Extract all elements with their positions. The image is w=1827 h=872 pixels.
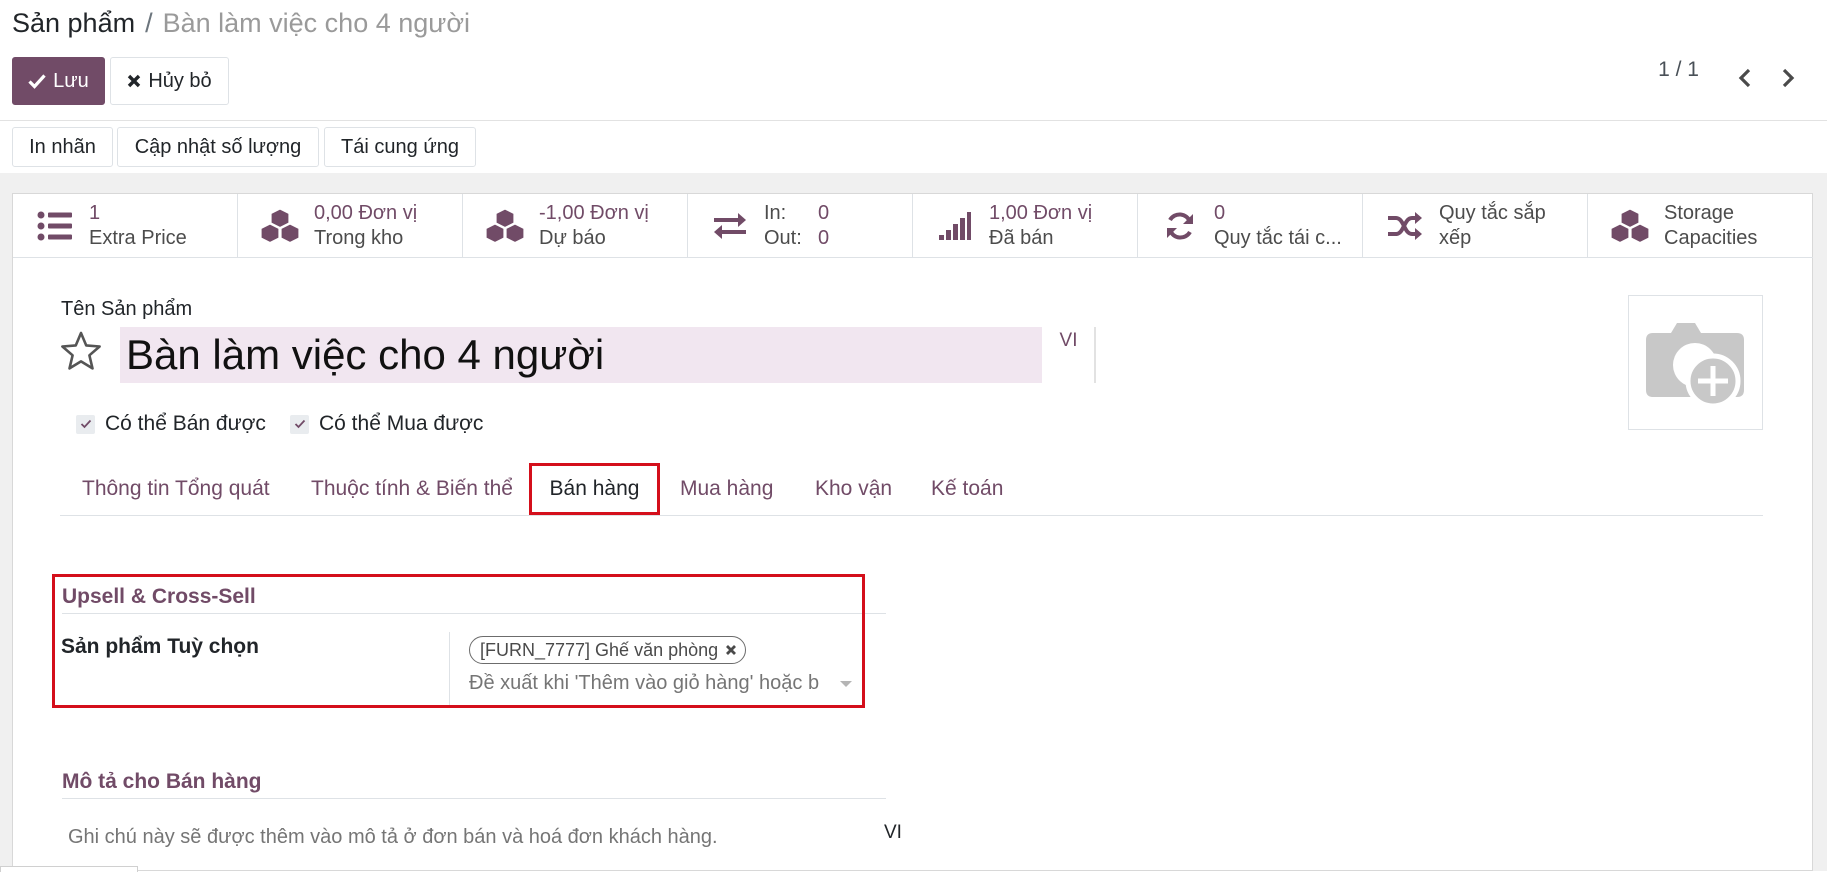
putaway-rules-label-line1: Quy tắc sắp (1439, 202, 1546, 224)
sales-description-translation-button[interactable]: VI (884, 822, 902, 844)
sales-description-section-title: Mô tả cho Bán hàng (62, 770, 262, 793)
tabs-divider (60, 515, 1763, 516)
highlight-box-upsell (52, 574, 865, 708)
can-be-sold-label: Có thể Bán được (105, 412, 266, 435)
star-icon (61, 331, 101, 370)
reordering-rules-label: Quy tắc tái c... (1214, 227, 1342, 249)
putaway-rules-label-line2: xếp (1439, 227, 1472, 249)
tab-accounting[interactable]: Kế toán (931, 463, 1003, 515)
tab-general-information[interactable]: Thông tin Tổng quát (82, 463, 270, 515)
update-quantity-button[interactable]: Cập nhật số lượng (117, 127, 319, 167)
save-button-label: Lưu (53, 69, 89, 92)
extra-price-count: 1 (89, 202, 101, 224)
tab-purchase[interactable]: Mua hàng (680, 463, 773, 515)
can-be-sold-checkbox[interactable]: Có thể Bán được (76, 412, 266, 436)
discard-button-label: Hủy bỏ (148, 69, 212, 92)
out-label: Out: (764, 227, 802, 249)
on-hand-quantity: 0,00 Đơn vị (314, 202, 418, 224)
cubes-icon (485, 208, 525, 244)
storage-capacities-label-line1: Storage (1664, 202, 1735, 224)
forecast-quantity: -1,00 Đơn vị (539, 202, 649, 224)
list-icon (37, 211, 72, 241)
check-icon (76, 414, 95, 434)
cubes-icon (1610, 208, 1650, 244)
in-label: In: (764, 202, 787, 224)
signal-icon (939, 212, 971, 240)
breadcrumb: Sản phẩm / Bàn làm việc cho 4 người (12, 8, 470, 39)
extra-price-label: Extra Price (89, 227, 187, 249)
sales-description-divider (62, 798, 886, 799)
sales-description-input[interactable] (68, 822, 868, 852)
replenish-button[interactable]: Tái cung ứng (324, 127, 476, 167)
forecast-smart-button[interactable]: -1,00 Đơn vị Dự báo (463, 194, 688, 258)
can-be-purchased-checkbox[interactable]: Có thể Mua được (290, 412, 483, 436)
tab-sales[interactable]: Bán hàng (529, 463, 660, 515)
check-icon (28, 74, 46, 89)
on-hand-label: Trong kho (314, 227, 404, 249)
reordering-rules-smart-button[interactable]: 0 Quy tắc tái c... (1138, 194, 1363, 258)
save-button[interactable]: Lưu (12, 57, 105, 105)
storage-capacities-smart-button[interactable]: Storage Capacities (1588, 194, 1813, 258)
product-name-input[interactable] (120, 327, 1042, 383)
in-out-smart-button[interactable]: In: 0 Out: 0 (688, 194, 913, 258)
breadcrumb-separator: / (145, 8, 153, 38)
close-icon (128, 74, 141, 88)
in-value: 0 (818, 202, 830, 224)
bottom-left-panel-edge (0, 866, 138, 872)
tab-attributes-variants[interactable]: Thuộc tính & Biến thể (311, 463, 513, 515)
reordering-rules-count: 0 (1214, 202, 1226, 224)
putaway-rules-smart-button[interactable]: Quy tắc sắp xếp (1363, 194, 1588, 258)
pager-value[interactable]: 1 / 1 (1658, 58, 1699, 82)
print-labels-button[interactable]: In nhãn (12, 127, 113, 167)
cubes-icon (260, 208, 300, 244)
sold-label: Đã bán (989, 227, 1054, 249)
storage-capacities-label-line2: Capacities (1664, 227, 1758, 249)
product-name-label: Tên Sản phẩm (61, 298, 193, 320)
can-be-purchased-label: Có thể Mua được (319, 412, 484, 435)
name-translation-button[interactable]: VI (1043, 327, 1096, 383)
breadcrumb-current: Bàn làm việc cho 4 người (162, 8, 471, 38)
discard-button[interactable]: Hủy bỏ (110, 57, 229, 105)
smart-button-bar: 1 Extra Price 0,00 Đơn vị Trong kho -1,0… (13, 194, 1813, 258)
product-image-upload[interactable] (1628, 295, 1763, 430)
breadcrumb-parent-link[interactable]: Sản phẩm (12, 8, 135, 39)
sold-quantity: 1,00 Đơn vị (989, 202, 1093, 224)
pager-next-button[interactable] (1776, 64, 1800, 92)
out-value: 0 (818, 227, 830, 249)
name-lang-code: VI (1059, 330, 1078, 351)
pager-previous-button[interactable] (1733, 64, 1757, 92)
random-icon (1388, 212, 1422, 240)
camera-plus-icon (1645, 323, 1744, 409)
control-panel-divider (0, 120, 1827, 121)
chevron-right-icon (1782, 68, 1795, 88)
form-sheet: 1 Extra Price 0,00 Đơn vị Trong kho -1,0… (12, 193, 1813, 871)
tab-inventory[interactable]: Kho vận (815, 463, 892, 515)
chevron-left-icon (1738, 68, 1751, 88)
favorite-star-toggle[interactable] (60, 330, 102, 372)
on-hand-smart-button[interactable]: 0,00 Đơn vị Trong kho (238, 194, 463, 258)
forecast-label: Dự báo (539, 227, 606, 249)
refresh-icon (1167, 212, 1193, 240)
exchange-icon (714, 213, 746, 239)
extra-price-smart-button[interactable]: 1 Extra Price (13, 194, 238, 258)
check-icon (290, 414, 309, 434)
sold-smart-button[interactable]: 1,00 Đơn vị Đã bán (913, 194, 1138, 258)
